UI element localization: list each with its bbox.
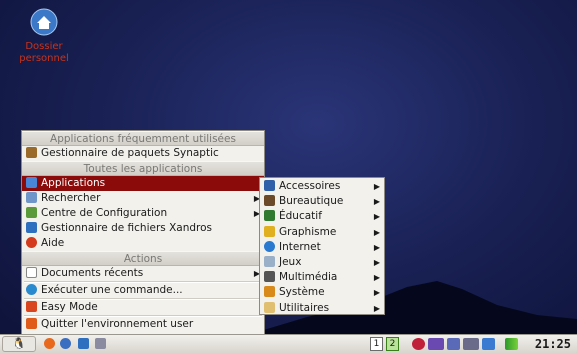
submenu-item-internet[interactable]: Internet ▶ — [260, 240, 384, 255]
clock[interactable]: 21:25 — [535, 335, 571, 353]
file-manager-launcher-icon[interactable] — [78, 338, 89, 349]
menu-item-recent-documents[interactable]: Documents récents ▶ — [22, 266, 264, 281]
menu-item-label: Applications — [41, 177, 106, 189]
submenu-item-office[interactable]: Bureautique ▶ — [260, 194, 384, 209]
desktop-icon-label-line1: Dossier — [25, 41, 63, 52]
chevron-right-icon: ▶ — [373, 273, 380, 283]
config-icon — [26, 207, 37, 218]
chevron-right-icon: ▶ — [373, 257, 380, 267]
desktop-icon-label-line2: personnel — [19, 53, 69, 64]
submenu-item-accessories[interactable]: Accessoires ▶ — [260, 179, 384, 194]
chevron-right-icon: ▶ — [373, 303, 380, 313]
file-manager-icon — [26, 222, 37, 233]
xandros-logo-icon: 🐧 — [12, 337, 26, 350]
security-shield-icon[interactable] — [412, 338, 425, 350]
submenu-item-games[interactable]: Jeux ▶ — [260, 255, 384, 270]
applications-submenu: Accessoires ▶ Bureautique ▶ Éducatif ▶ Grap… — [259, 177, 385, 315]
menu-item-applications[interactable]: Applications — [22, 176, 264, 191]
volume-icon[interactable] — [447, 338, 460, 350]
thunderbird-icon[interactable] — [60, 338, 71, 349]
submenu-item-label: Bureautique — [279, 195, 344, 208]
submenu-item-education[interactable]: Éducatif ▶ — [260, 209, 384, 224]
battery-icon[interactable] — [428, 338, 444, 350]
system-icon — [264, 286, 275, 298]
desktop-icon-label: Dossier personnel — [14, 41, 74, 65]
menu-item-control-center[interactable]: Centre de Configuration ▶ — [22, 206, 264, 221]
package-icon — [26, 147, 37, 158]
keyboard-icon[interactable] — [463, 338, 479, 350]
submenu-item-label: Jeux — [279, 255, 302, 268]
chevron-right-icon: ▶ — [373, 212, 380, 222]
accessories-icon — [264, 180, 275, 191]
multimedia-icon — [264, 271, 275, 283]
submenu-item-label: Graphisme — [279, 225, 337, 238]
menu-item-label: Easy Mode — [41, 301, 98, 313]
menu-item-synaptic[interactable]: Gestionnaire de paquets Synaptic — [22, 146, 264, 161]
menu-item-run-command[interactable]: Exécuter une commande... — [22, 283, 264, 298]
menu-item-label: Rechercher — [41, 192, 101, 204]
section-header-all: Toutes les applications — [22, 161, 264, 176]
submenu-item-utilities[interactable]: Utilitaires ▶ — [260, 301, 384, 316]
submenu-item-label: Multimédia — [279, 271, 338, 284]
applications-icon — [26, 177, 37, 188]
menu-item-file-manager[interactable]: Gestionnaire de fichiers Xandros — [22, 221, 264, 236]
search-icon — [26, 192, 37, 203]
globe-icon — [264, 240, 275, 252]
graphics-icon — [264, 225, 275, 237]
logout-icon — [26, 318, 37, 329]
help-icon — [26, 237, 37, 248]
submenu-item-label: Éducatif — [279, 210, 322, 223]
menu-item-label: Gestionnaire de paquets Synaptic — [41, 147, 219, 159]
signal-strength-icon[interactable] — [505, 338, 518, 350]
menu-item-search[interactable]: Rechercher ▶ — [22, 191, 264, 206]
utilities-icon — [264, 301, 275, 313]
games-icon — [264, 255, 275, 267]
section-header-actions: Actions — [22, 251, 264, 266]
menu-item-logout[interactable]: Quitter l'environnement user — [22, 317, 264, 332]
submenu-item-label: Système — [279, 286, 325, 299]
document-icon — [26, 267, 37, 278]
desktop-icon-home-folder[interactable]: Dossier personnel — [14, 8, 74, 65]
chevron-right-icon: ▶ — [373, 197, 380, 207]
menu-item-label: Exécuter une commande... — [41, 284, 183, 296]
menu-item-label: Documents récents — [41, 267, 144, 279]
section-header-frequent: Applications fréquemment utilisées — [22, 131, 264, 146]
submenu-item-label: Accessoires — [279, 180, 341, 192]
menu-item-label: Centre de Configuration — [41, 207, 168, 219]
menu-item-label: Aide — [41, 237, 65, 249]
submenu-item-label: Utilitaires — [279, 301, 330, 314]
submenu-item-graphics[interactable]: Graphisme ▶ — [260, 225, 384, 240]
taskbar: 🐧 1 2 21:25 — [0, 334, 577, 353]
submenu-item-label: Internet — [279, 240, 321, 253]
menu-item-label: Quitter l'environnement user — [41, 318, 194, 330]
run-icon — [26, 284, 37, 295]
office-icon — [264, 195, 275, 207]
chevron-right-icon: ▶ — [373, 182, 380, 191]
start-menu: Applications fréquemment utilisées Gesti… — [21, 130, 265, 335]
submenu-item-multimedia[interactable]: Multimédia ▶ — [260, 270, 384, 285]
chevron-right-icon: ▶ — [373, 227, 380, 237]
home-icon — [30, 8, 58, 36]
rocket-icon — [26, 301, 37, 312]
firefox-icon[interactable] — [44, 338, 55, 349]
menu-item-easy-mode[interactable]: Easy Mode — [22, 300, 264, 315]
workspace-1-button[interactable]: 1 — [370, 337, 383, 351]
menu-item-label: Gestionnaire de fichiers Xandros — [41, 222, 213, 234]
workspace-2-button[interactable]: 2 — [386, 337, 399, 351]
chevron-right-icon: ▶ — [373, 242, 380, 252]
chevron-right-icon: ▶ — [373, 288, 380, 298]
menu-item-help[interactable]: Aide — [22, 236, 264, 251]
start-button[interactable]: 🐧 — [2, 336, 36, 352]
network-icon[interactable] — [482, 338, 495, 350]
education-icon — [264, 210, 275, 222]
submenu-item-system[interactable]: Système ▶ — [260, 285, 384, 300]
tools-launcher-icon[interactable] — [95, 338, 106, 349]
